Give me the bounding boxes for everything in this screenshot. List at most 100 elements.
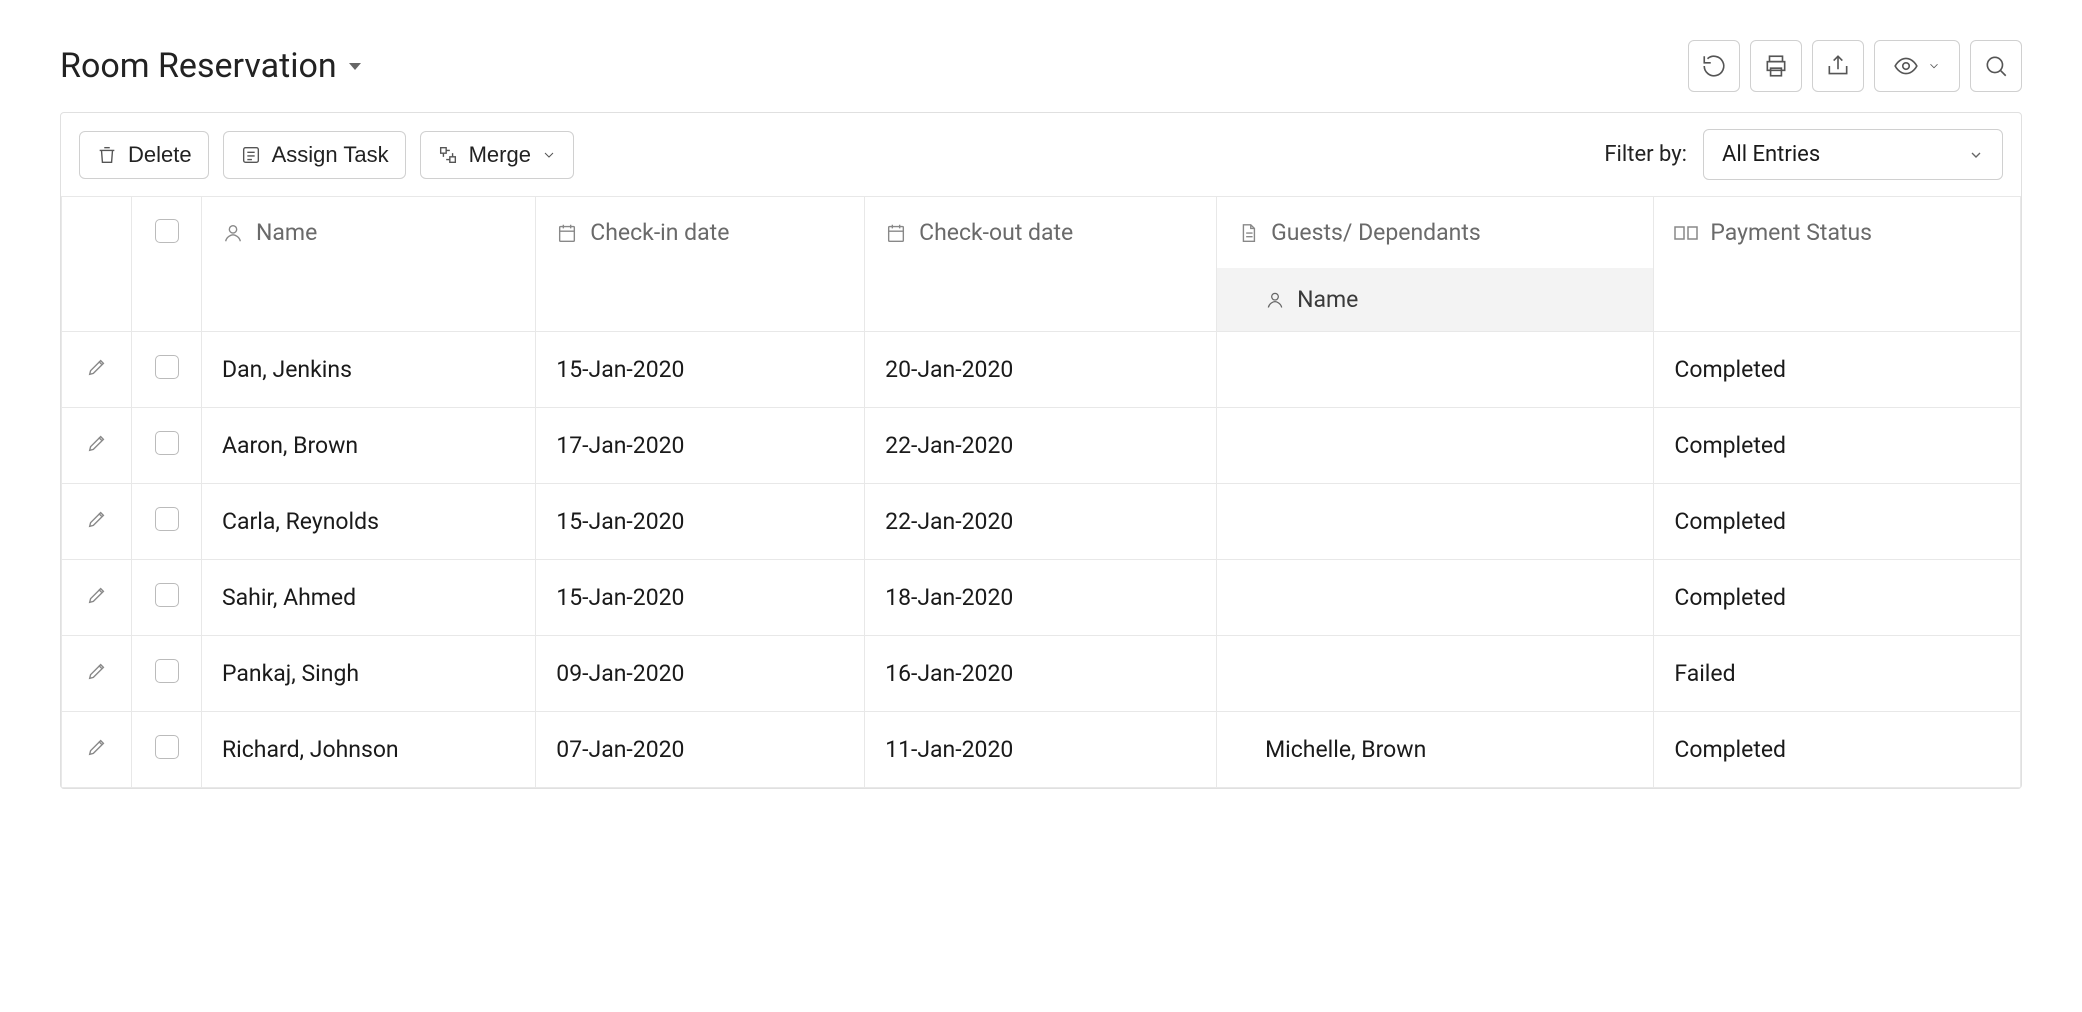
edit-row-button[interactable]: [86, 660, 108, 682]
checkout-cell: 22-Jan-2020: [865, 408, 1217, 484]
col-checkout-label: Check-out date: [919, 219, 1073, 246]
guest-cell: [1217, 560, 1654, 636]
name-cell: Dan, Jenkins: [202, 332, 536, 408]
checkin-value: 15-Jan-2020: [536, 560, 864, 635]
payment-value: Completed: [1654, 560, 2020, 635]
edit-cell: [62, 636, 132, 712]
task-list-icon: [240, 144, 262, 166]
col-checkin-label: Check-in date: [590, 219, 729, 246]
col-guests-sub-label: Name: [1297, 286, 1358, 313]
name-cell: Aaron, Brown: [202, 408, 536, 484]
checkbox-cell: [132, 636, 202, 712]
table-row[interactable]: Pankaj, Singh09-Jan-202016-Jan-2020 Faile…: [62, 636, 2021, 712]
assign-task-button[interactable]: Assign Task: [223, 131, 406, 179]
visibility-dropdown[interactable]: [1874, 40, 1960, 92]
search-button[interactable]: [1970, 40, 2022, 92]
row-checkbox[interactable]: [155, 431, 179, 455]
col-name[interactable]: Name: [202, 197, 536, 332]
name-value: Sahir, Ahmed: [202, 560, 535, 635]
col-guests-label: Guests/ Dependants: [1271, 219, 1481, 246]
guest-cell: [1217, 484, 1654, 560]
select-all-checkbox[interactable]: [155, 219, 179, 243]
col-guests[interactable]: Guests/ Dependants: [1217, 197, 1654, 269]
caret-down-icon: [349, 63, 361, 70]
checkin-cell: 15-Jan-2020: [536, 332, 865, 408]
share-icon: [1825, 53, 1851, 79]
payment-cell: Completed: [1654, 712, 2021, 788]
name-value: Aaron, Brown: [202, 408, 535, 483]
chevron-down-icon: [1968, 147, 1984, 163]
row-checkbox[interactable]: [155, 507, 179, 531]
records-table: Name Check-in date Check-out date: [61, 196, 2021, 788]
calendar-icon: [885, 222, 907, 244]
edit-row-button[interactable]: [86, 432, 108, 454]
row-checkbox[interactable]: [155, 735, 179, 759]
guest-value: Michelle, Brown: [1217, 712, 1653, 787]
checkin-value: 17-Jan-2020: [536, 408, 864, 483]
pencil-icon: [86, 584, 108, 606]
table-row[interactable]: Carla, Reynolds15-Jan-202022-Jan-2020Com…: [62, 484, 2021, 560]
share-button[interactable]: [1812, 40, 1864, 92]
payment-cell: Completed: [1654, 332, 2021, 408]
guest-value: [1217, 332, 1653, 380]
chevron-down-icon: [1927, 59, 1941, 73]
filter-by-label: Filter by:: [1604, 142, 1687, 167]
payment-value: Completed: [1654, 712, 2020, 787]
pencil-icon: [86, 508, 108, 530]
guest-value: [1217, 484, 1653, 532]
col-checkout[interactable]: Check-out date: [865, 197, 1217, 332]
checkout-value: 22-Jan-2020: [865, 408, 1216, 483]
edit-row-button[interactable]: [86, 584, 108, 606]
row-checkbox[interactable]: [155, 583, 179, 607]
name-cell: Sahir, Ahmed: [202, 560, 536, 636]
checkin-value: 09-Jan-2020: [536, 636, 864, 711]
table-row[interactable]: Aaron, Brown17-Jan-202022-Jan-2020 Comple…: [62, 408, 2021, 484]
edit-cell: [62, 332, 132, 408]
edit-row-button[interactable]: [86, 508, 108, 530]
reload-button[interactable]: [1688, 40, 1740, 92]
text-field-icon: [1674, 224, 1698, 242]
person-icon: [222, 222, 244, 244]
checkin-cell: 09-Jan-2020: [536, 636, 865, 712]
guest-value: [1217, 560, 1653, 608]
print-icon: [1763, 53, 1789, 79]
edit-row-button[interactable]: [86, 736, 108, 758]
payment-value: Completed: [1654, 408, 2020, 483]
checkout-cell: 16-Jan-2020: [865, 636, 1217, 712]
trash-icon: [96, 144, 118, 166]
name-value: Pankaj, Singh: [202, 636, 535, 711]
checkin-value: 15-Jan-2020: [536, 332, 864, 407]
name-value: Dan, Jenkins: [202, 332, 535, 407]
col-checkbox: [132, 197, 202, 332]
edit-row-button[interactable]: [86, 356, 108, 378]
filter-select[interactable]: All Entries: [1703, 129, 2003, 180]
col-name-label: Name: [256, 219, 317, 246]
print-button[interactable]: [1750, 40, 1802, 92]
name-cell: Carla, Reynolds: [202, 484, 536, 560]
col-payment[interactable]: Payment Status: [1654, 197, 2021, 332]
guest-cell: [1217, 408, 1654, 484]
col-edit: [62, 197, 132, 332]
col-checkin[interactable]: Check-in date: [536, 197, 865, 332]
checkbox-cell: [132, 332, 202, 408]
table-row[interactable]: Richard, Johnson07-Jan-202011-Jan-2020Mi…: [62, 712, 2021, 788]
checkin-value: 07-Jan-2020: [536, 712, 864, 787]
pencil-icon: [86, 736, 108, 758]
row-checkbox[interactable]: [155, 355, 179, 379]
delete-button[interactable]: Delete: [79, 131, 209, 179]
merge-button-label: Merge: [469, 142, 531, 168]
payment-cell: Failed: [1654, 636, 2021, 712]
table-row[interactable]: Dan, Jenkins15-Jan-202020-Jan-2020Comple…: [62, 332, 2021, 408]
merge-button[interactable]: Merge: [420, 131, 574, 179]
name-cell: Pankaj, Singh: [202, 636, 536, 712]
checkbox-cell: [132, 484, 202, 560]
calendar-icon: [556, 222, 578, 244]
table-row[interactable]: Sahir, Ahmed15-Jan-202018-Jan-2020Comple…: [62, 560, 2021, 636]
main-panel: Delete Assign Task Merge Filter by: All …: [60, 112, 2022, 789]
pencil-icon: [86, 432, 108, 454]
eye-icon: [1893, 53, 1919, 79]
delete-button-label: Delete: [128, 142, 192, 168]
row-checkbox[interactable]: [155, 659, 179, 683]
col-guests-sub[interactable]: Name: [1217, 268, 1654, 332]
page-title-dropdown[interactable]: Room Reservation: [60, 46, 361, 86]
